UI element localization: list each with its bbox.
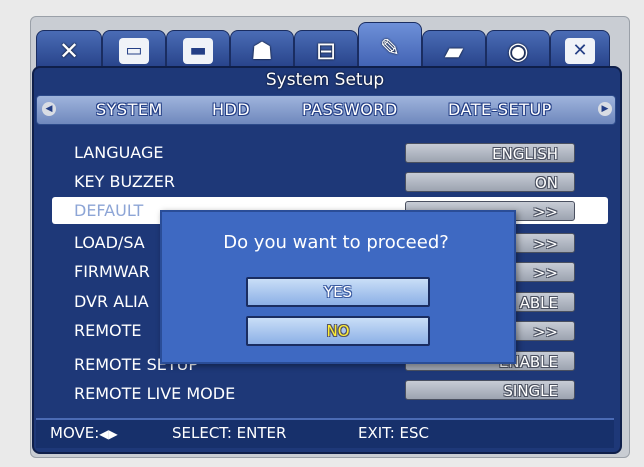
row-remote-live-mode-label: REMOTE LIVE MODE (74, 384, 236, 403)
row-key-buzzer-label: KEY BUZZER (74, 172, 176, 191)
tab-record[interactable]: ▬ (166, 30, 230, 71)
row-firmware-label: FIRMWAR (74, 262, 150, 281)
monitor-icon: ▭ (119, 38, 149, 64)
footer-bar (36, 418, 614, 448)
tab-camera[interactable]: ☗ (230, 30, 294, 71)
tab-disk[interactable]: ◉ (486, 30, 550, 71)
row-remote-label: REMOTE (74, 321, 142, 340)
subtab-system[interactable]: SYSTEM (96, 100, 163, 119)
tab-network[interactable]: ⊟ (294, 30, 358, 71)
row-remote-live-mode-value[interactable]: SINGLE (405, 380, 575, 400)
tab-exit[interactable]: ✕ (550, 30, 610, 71)
row-dvr-alias-label: DVR ALIA (74, 292, 149, 311)
tab-tools[interactable]: ✕ (36, 30, 102, 71)
camera-icon: ☗ (251, 37, 273, 65)
row-key-buzzer-value[interactable]: ON (405, 172, 575, 192)
subtab-hdd[interactable]: HDD (212, 100, 250, 119)
folder-icon: ▰ (444, 37, 464, 65)
record-icon: ▬ (183, 38, 213, 64)
row-load-save-label: LOAD/SA (74, 233, 145, 252)
yes-button[interactable]: YES (246, 277, 430, 307)
row-language-label: LANGUAGE (74, 143, 164, 162)
row-default-label[interactable]: DEFAULT (74, 201, 143, 220)
footer-move: MOVE:◀▶ (50, 424, 118, 442)
row-language-value[interactable]: ENGLISH (405, 143, 575, 163)
subtab-password[interactable]: PASSWORD (302, 100, 398, 119)
tab-display[interactable]: ▭ (102, 30, 166, 71)
footer-exit: EXIT: ESC (358, 424, 429, 442)
close-icon: ✕ (565, 38, 595, 64)
move-arrows-icon: ◀▶ (99, 427, 118, 441)
tab-folder[interactable]: ▰ (422, 30, 486, 71)
footer-select: SELECT: ENTER (172, 424, 287, 442)
next-tab-arrow-icon[interactable]: ▶ (598, 102, 612, 116)
tools-icon: ✕ (58, 37, 80, 65)
prev-tab-arrow-icon[interactable]: ◀ (42, 102, 56, 116)
footer-move-label: MOVE: (50, 424, 100, 442)
network-icon: ⊟ (315, 37, 337, 65)
system-setup-icon: ✎ (379, 34, 401, 62)
window-title: System Setup (265, 70, 385, 90)
dialog-question: Do you want to proceed? (223, 232, 449, 253)
no-button[interactable]: NO (246, 316, 430, 346)
disk-icon: ◉ (507, 37, 529, 65)
subtab-date-setup[interactable]: DATE-SETUP (448, 100, 552, 119)
